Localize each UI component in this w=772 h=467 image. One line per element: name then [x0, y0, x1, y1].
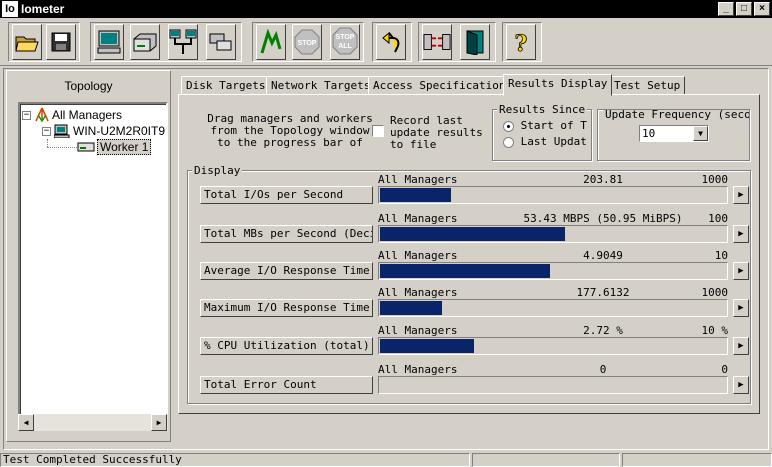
exit-door-icon — [466, 30, 484, 55]
scroll-left-button[interactable]: ◀ — [18, 414, 34, 431]
results-display-page — [178, 94, 760, 414]
stop-button[interactable]: STOP — [292, 24, 322, 60]
tab-results-display[interactable]: Results Display — [503, 74, 613, 96]
tree-node-all-managers[interactable]: − All Managers — [22, 107, 122, 123]
status-pane-2 — [472, 453, 620, 467]
collapse-toggle[interactable]: − — [42, 126, 51, 136]
start-tests-button[interactable] — [256, 24, 286, 60]
status-pane-3 — [622, 453, 772, 467]
toolbar: STOP STOP ALL ? — [0, 20, 772, 66]
title-bar: Io Iometer _ □ × — [0, 0, 772, 18]
tab-network-targets[interactable]: Network Targets — [266, 76, 376, 95]
svg-text:STOP: STOP — [336, 34, 355, 41]
disk-drive-icon — [133, 33, 157, 52]
svg-text:ALL: ALL — [338, 43, 352, 50]
duplicate-icon — [209, 33, 232, 51]
floppy-disk-icon — [51, 32, 71, 52]
tree-node-worker[interactable]: Worker 1 — [77, 139, 152, 155]
help-button[interactable]: ? — [506, 24, 536, 60]
tab-test-setup[interactable]: Test Setup — [609, 76, 686, 95]
scroll-right-button[interactable]: ▶ — [151, 414, 167, 431]
tab-access-specifications[interactable]: Access Specifications — [368, 76, 518, 95]
collapse-toggle[interactable]: − — [22, 110, 31, 120]
disconnect-workers-button[interactable] — [422, 24, 452, 60]
tab-control: Disk Targets Network Targets Access Spec… — [178, 74, 770, 414]
manager-computer-icon — [54, 124, 70, 138]
stop-all-sign-icon: STOP ALL — [332, 27, 358, 55]
close-button[interactable]: × — [754, 2, 770, 16]
tree-label-selected: Worker 1 — [97, 139, 152, 155]
topology-horizontal-scrollbar[interactable]: ◀ ▶ — [18, 414, 168, 431]
network-icon — [169, 29, 197, 54]
worker-disk-icon — [77, 142, 95, 152]
folder-open-icon — [15, 36, 39, 52]
window-controls: _ □ × — [716, 2, 770, 16]
stop-label: STOP — [298, 40, 317, 47]
topology-tree[interactable]: − All Managers − WIN-U2M2R0IT9I Worker 1 — [18, 102, 168, 430]
green-flag-icon — [260, 29, 282, 54]
topology-title: Topology — [64, 79, 113, 93]
tree-connector — [47, 147, 77, 148]
tree-node-manager[interactable]: − WIN-U2M2R0IT9I — [42, 123, 168, 139]
status-bar: Test Completed Successfully — [0, 452, 772, 467]
open-config-button[interactable] — [12, 24, 42, 60]
minimize-button[interactable]: _ — [718, 2, 734, 16]
new-network-worker-button[interactable] — [168, 24, 198, 60]
iometer-app-icon: Io — [2, 1, 18, 17]
tree-label: WIN-U2M2R0IT9I — [73, 124, 168, 138]
maximize-button[interactable]: □ — [736, 2, 752, 16]
undo-arrow-icon — [382, 31, 400, 53]
help-label: ? — [515, 31, 528, 55]
tree-connector — [47, 139, 48, 147]
status-message: Test Completed Successfully — [0, 453, 470, 467]
stop-sign-icon: STOP — [294, 29, 320, 55]
start-display-button[interactable] — [94, 24, 124, 60]
tab-disk-targets[interactable]: Disk Targets — [181, 76, 271, 95]
duplicate-worker-button[interactable] — [206, 24, 236, 60]
disconnect-icon — [423, 34, 451, 50]
question-mark-icon: ? — [514, 31, 528, 55]
save-config-button[interactable] — [46, 24, 76, 60]
monitor-icon — [97, 30, 121, 54]
new-worker-button[interactable] — [130, 24, 160, 60]
all-managers-icon — [35, 107, 49, 123]
tree-label: All Managers — [52, 108, 123, 122]
exit-app-button[interactable] — [460, 24, 490, 60]
reset-workers-button[interactable] — [376, 24, 406, 60]
stop-all-button[interactable]: STOP ALL — [330, 24, 360, 60]
window-title: Iometer — [21, 2, 65, 16]
